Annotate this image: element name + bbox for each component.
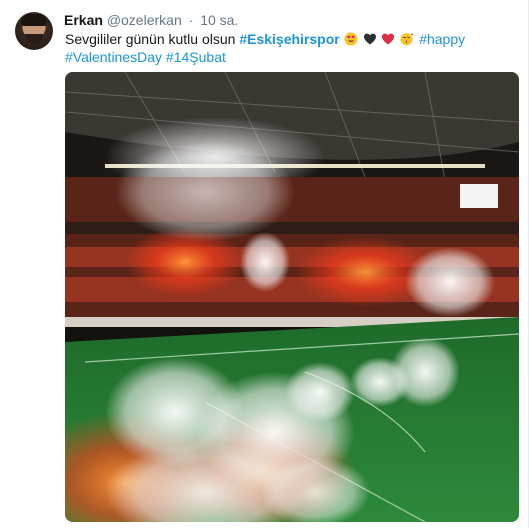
tweet-photo[interactable] — [65, 72, 519, 522]
avatar-hair — [21, 14, 47, 26]
kiss-face-icon — [400, 33, 414, 46]
heart-eyes-icon — [344, 32, 358, 46]
tweet-text: Sevgililer günün kutlu olsun #Eskişehirs… — [65, 30, 505, 66]
stadium-photo — [65, 72, 519, 522]
hashtag-happy[interactable]: #happy — [419, 31, 465, 47]
avatar[interactable] — [15, 12, 53, 50]
hashtag-14subat[interactable]: #14Şubat — [166, 49, 226, 65]
author-name[interactable]: Erkan — [64, 12, 103, 28]
red-heart-icon — [382, 33, 395, 45]
separator-dot: · — [188, 12, 194, 28]
tweet-header: Erkan @ozelerkan · 10 sa. — [64, 11, 238, 29]
tweet-text-plain: Sevgililer günün kutlu olsun — [65, 31, 236, 47]
timestamp[interactable]: 10 sa. — [200, 12, 238, 28]
black-heart-icon — [363, 33, 376, 45]
avatar-beard — [25, 34, 43, 44]
tweet[interactable]: Erkan @ozelerkan · 10 sa. Sevgililer gün… — [0, 0, 529, 528]
hashtag-eskisehirspor[interactable]: #Eskişehirspor — [239, 31, 339, 47]
author-handle[interactable]: @ozelerkan — [107, 12, 182, 28]
hashtag-valentines-day[interactable]: #ValentinesDay — [65, 49, 162, 65]
